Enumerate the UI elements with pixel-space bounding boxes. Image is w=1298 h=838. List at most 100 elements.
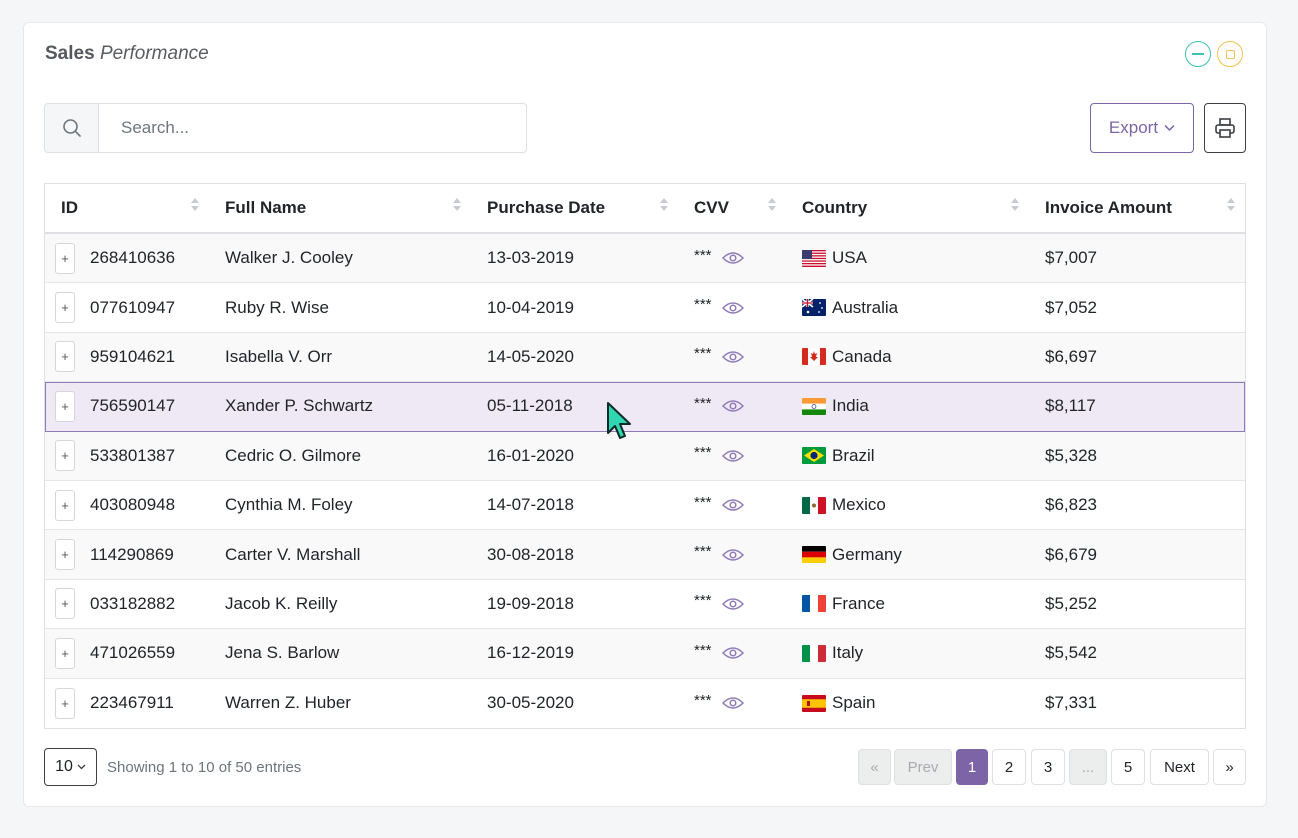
printer-icon bbox=[1215, 118, 1235, 138]
cell-purchase-date: 30-05-2020 bbox=[487, 693, 574, 713]
cell-purchase-date: 14-07-2018 bbox=[487, 495, 574, 515]
maximize-button[interactable] bbox=[1217, 41, 1243, 67]
table-row[interactable]: +471026559 Jena S. Barlow 16-12-2019 *** Ita… bbox=[45, 629, 1245, 679]
cell-full-name: Jacob K. Reilly bbox=[225, 593, 338, 613]
flag-icon bbox=[802, 397, 826, 415]
column-header-country[interactable]: Country bbox=[786, 184, 1029, 232]
page-button-3[interactable]: 3 bbox=[1031, 749, 1065, 785]
last-page-button[interactable]: » bbox=[1213, 749, 1246, 785]
next-page-button[interactable]: Next bbox=[1150, 749, 1209, 785]
table-row[interactable]: +077610947 Ruby R. Wise 10-04-2019 *** Austr… bbox=[45, 283, 1245, 333]
column-header-id[interactable]: ID bbox=[45, 184, 209, 232]
cell-country: Canada bbox=[786, 333, 1029, 381]
page-ellipsis: ... bbox=[1069, 749, 1107, 785]
eye-icon[interactable] bbox=[721, 251, 744, 265]
eye-icon[interactable] bbox=[721, 449, 744, 463]
flag-icon bbox=[802, 348, 826, 366]
id-value: 223467911 bbox=[90, 693, 174, 713]
sales-performance-card: Sales Performance Export ID Full Name Pu… bbox=[23, 22, 1267, 807]
export-button[interactable]: Export bbox=[1090, 103, 1194, 153]
country-name: USA bbox=[832, 248, 867, 268]
expand-row-button[interactable]: + bbox=[55, 687, 75, 719]
eye-icon[interactable] bbox=[721, 696, 744, 710]
country-name: Australia bbox=[832, 297, 899, 317]
cell-cvv: *** bbox=[678, 580, 786, 628]
expand-row-button[interactable]: + bbox=[55, 637, 75, 669]
table-row[interactable]: +959104621 Isabella V. Orr 14-05-2020 *** Ca… bbox=[45, 332, 1245, 383]
expand-row-button[interactable]: + bbox=[55, 489, 75, 521]
flag-icon bbox=[802, 546, 826, 564]
cell-cvv: *** bbox=[678, 333, 786, 381]
eye-icon[interactable] bbox=[721, 350, 744, 364]
first-page-button[interactable]: « bbox=[858, 749, 891, 785]
prev-page-button[interactable]: Prev bbox=[894, 749, 952, 785]
cvv-masked: *** bbox=[694, 592, 712, 610]
id-value: 403080948 bbox=[90, 495, 176, 515]
table-row[interactable]: +033182882 Jacob K. Reilly 19-09-2018 *** Fr… bbox=[45, 579, 1245, 630]
eye-icon[interactable] bbox=[721, 597, 744, 611]
expand-row-button[interactable]: + bbox=[55, 440, 75, 472]
table-row[interactable]: +223467911 Warren Z. Huber 30-05-2020 *** Sp… bbox=[45, 678, 1245, 728]
cell-full-name: Cynthia M. Foley bbox=[225, 495, 353, 515]
table-row[interactable]: +114290869 Carter V. Marshall 30-08-2018 **… bbox=[45, 530, 1245, 580]
expand-row-button[interactable]: + bbox=[55, 390, 75, 422]
cell-country: Germany bbox=[786, 530, 1029, 578]
page-button-1[interactable]: 1 bbox=[956, 749, 988, 785]
expand-row-button[interactable]: + bbox=[55, 539, 75, 571]
cell-full-name: Cedric O. Gilmore bbox=[225, 445, 362, 465]
flag-icon bbox=[802, 694, 826, 712]
country-name: Italy bbox=[832, 643, 864, 663]
minimize-button[interactable] bbox=[1185, 41, 1211, 67]
export-label: Export bbox=[1108, 118, 1159, 137]
eye-icon[interactable] bbox=[721, 646, 744, 660]
cell-country: France bbox=[786, 580, 1029, 628]
expand-row-button[interactable]: + bbox=[55, 588, 75, 620]
id-value: 268410636 bbox=[90, 248, 176, 268]
table-header: ID Full Name Purchase Date CVV Country I… bbox=[45, 184, 1245, 234]
search-icon[interactable] bbox=[45, 104, 99, 152]
cell-full-name: Warren Z. Huber bbox=[225, 693, 351, 713]
sort-icon bbox=[768, 198, 776, 211]
eye-icon[interactable] bbox=[721, 498, 744, 512]
card-title-italic: Performance bbox=[99, 43, 209, 64]
cell-purchase-date: 13-03-2019 bbox=[487, 248, 574, 268]
id-value: 114290869 bbox=[90, 544, 174, 564]
flag-icon bbox=[802, 644, 826, 662]
column-header-invoice-amount[interactable]: Invoice Amount bbox=[1029, 184, 1245, 232]
cvv-masked: *** bbox=[694, 394, 712, 412]
sort-icon bbox=[1011, 198, 1019, 211]
eye-icon[interactable] bbox=[721, 548, 744, 562]
table-row[interactable]: +268410636 Walker J. Cooley 13-03-2019 *** U… bbox=[45, 234, 1245, 284]
expand-row-button[interactable]: + bbox=[55, 292, 75, 324]
sort-icon bbox=[1227, 198, 1235, 211]
cell-id: +268410636 bbox=[45, 234, 209, 282]
print-button[interactable] bbox=[1204, 103, 1246, 153]
eye-icon[interactable] bbox=[721, 399, 744, 413]
table-row[interactable]: +403080948 Cynthia M. Foley 14-07-2018 *** M… bbox=[45, 480, 1245, 531]
mouse-cursor-icon bbox=[607, 402, 631, 439]
column-header-full-name[interactable]: Full Name bbox=[209, 184, 471, 232]
cell-purchase-date: 16-12-2019 bbox=[487, 643, 574, 663]
cvv-masked: *** bbox=[694, 543, 712, 561]
cell-id: +959104621 bbox=[45, 333, 209, 381]
table-row[interactable]: +756590147 Xander P. Schwartz 05-11-2018 **… bbox=[45, 382, 1245, 432]
flag-icon bbox=[802, 299, 826, 317]
page-button-5[interactable]: 5 bbox=[1111, 749, 1145, 785]
country-name: Brazil bbox=[832, 445, 875, 465]
chevron-down-icon bbox=[77, 764, 86, 770]
column-header-purchase-date[interactable]: Purchase Date bbox=[471, 184, 678, 232]
cell-cvv: *** bbox=[678, 481, 786, 529]
page-button-2[interactable]: 2 bbox=[992, 749, 1026, 785]
expand-row-button[interactable]: + bbox=[55, 242, 75, 274]
page-size-select[interactable]: 10 bbox=[44, 748, 97, 786]
column-header-cvv[interactable]: CVV bbox=[678, 184, 786, 232]
expand-row-button[interactable]: + bbox=[55, 341, 75, 373]
cvv-masked: *** bbox=[694, 493, 712, 511]
cell-cvv: *** bbox=[678, 432, 786, 480]
search-input[interactable] bbox=[99, 104, 526, 152]
cvv-masked: *** bbox=[694, 296, 712, 314]
table-row[interactable]: +533801387 Cedric O. Gilmore 16-01-2020 ***… bbox=[45, 431, 1245, 481]
cell-id: +223467911 bbox=[45, 679, 209, 728]
eye-icon[interactable] bbox=[721, 301, 744, 315]
entries-info: Showing 1 to 10 of 50 entries bbox=[107, 759, 302, 776]
